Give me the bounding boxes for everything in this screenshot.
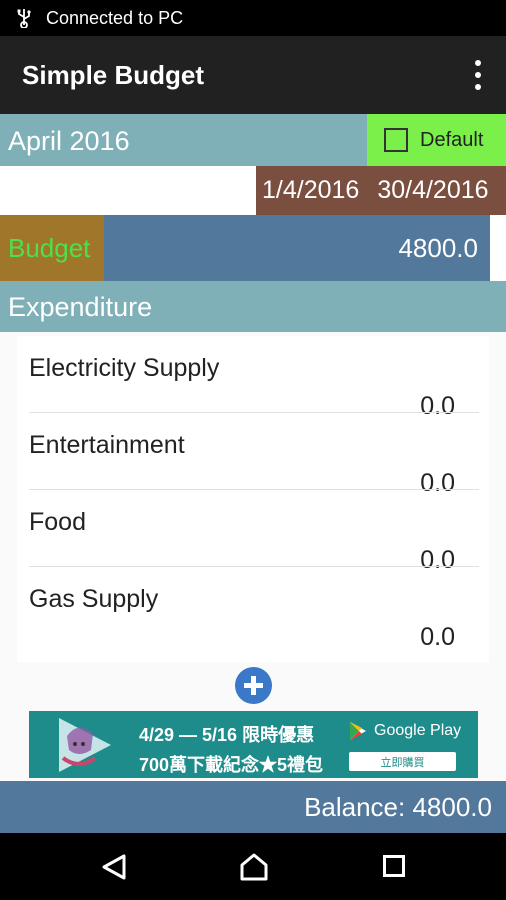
game-art-icon bbox=[59, 718, 111, 772]
ad-line-2: 700萬下載紀念★5禮包 bbox=[139, 755, 324, 775]
item-amount: 0.0 bbox=[420, 623, 455, 651]
ad-line-1: 4/29 — 5/16 限時優惠 bbox=[139, 725, 315, 745]
usb-icon bbox=[16, 8, 36, 28]
ad-cta-button[interactable]: 立即購買 bbox=[349, 752, 456, 771]
month-row: April 2016 Default bbox=[0, 114, 506, 166]
google-play-icon bbox=[350, 722, 366, 740]
nav-bar bbox=[0, 833, 506, 900]
status-text: Connected to PC bbox=[46, 7, 184, 28]
start-date[interactable]: 1/4/2016 bbox=[262, 176, 359, 205]
app-title: Simple Budget bbox=[22, 59, 205, 90]
default-toggle[interactable]: Default bbox=[367, 114, 506, 166]
more-vert-icon[interactable] bbox=[468, 60, 488, 90]
list-item[interactable]: Food 0.0 bbox=[29, 490, 479, 574]
item-name: Electricity Supply bbox=[29, 354, 220, 382]
app-bar: Simple Budget bbox=[0, 36, 506, 114]
list-item[interactable]: Gas Supply 0.0 bbox=[29, 567, 479, 651]
item-name: Entertainment bbox=[29, 431, 185, 459]
list-item[interactable]: Entertainment 0.0 bbox=[29, 413, 479, 497]
budget-label-box: Budget bbox=[0, 215, 104, 281]
date-range[interactable]: 1/4/2016 30/4/2016 bbox=[256, 166, 506, 215]
expenditure-header: Expenditure bbox=[0, 281, 506, 332]
ad-banner[interactable]: 4/29 — 5/16 限時優惠 700萬下載紀念★5禮包 Google Pla… bbox=[29, 711, 478, 778]
budget-row: Budget 4800.0 bbox=[0, 215, 506, 281]
status-bar: Connected to PC bbox=[0, 0, 506, 36]
date-row: 1/4/2016 30/4/2016 bbox=[0, 166, 506, 215]
back-icon[interactable] bbox=[100, 853, 128, 881]
budget-value: 4800.0 bbox=[398, 232, 478, 263]
google-play-badge: Google Play bbox=[348, 721, 461, 741]
end-date[interactable]: 30/4/2016 bbox=[377, 176, 488, 205]
expenditure-title: Expenditure bbox=[8, 292, 153, 322]
store-name: Google Play bbox=[374, 722, 462, 739]
default-checkbox[interactable] bbox=[384, 128, 408, 152]
default-label: Default bbox=[420, 128, 484, 151]
expenditure-list: Electricity Supply 0.0 Entertainment 0.0… bbox=[17, 336, 489, 662]
item-name: Food bbox=[29, 508, 86, 536]
recents-icon[interactable] bbox=[383, 855, 405, 877]
balance-text: Balance: 4800.0 bbox=[304, 791, 492, 822]
item-name: Gas Supply bbox=[29, 585, 159, 613]
budget-value-box[interactable]: 4800.0 bbox=[104, 215, 490, 281]
budget-edge bbox=[490, 215, 506, 281]
month-title[interactable]: April 2016 bbox=[8, 126, 130, 157]
balance-bar: Balance: 4800.0 bbox=[0, 781, 506, 833]
home-icon[interactable] bbox=[238, 851, 270, 883]
list-item[interactable]: Electricity Supply 0.0 bbox=[29, 336, 479, 420]
add-expense-button[interactable] bbox=[235, 667, 272, 704]
budget-label: Budget bbox=[8, 232, 91, 263]
